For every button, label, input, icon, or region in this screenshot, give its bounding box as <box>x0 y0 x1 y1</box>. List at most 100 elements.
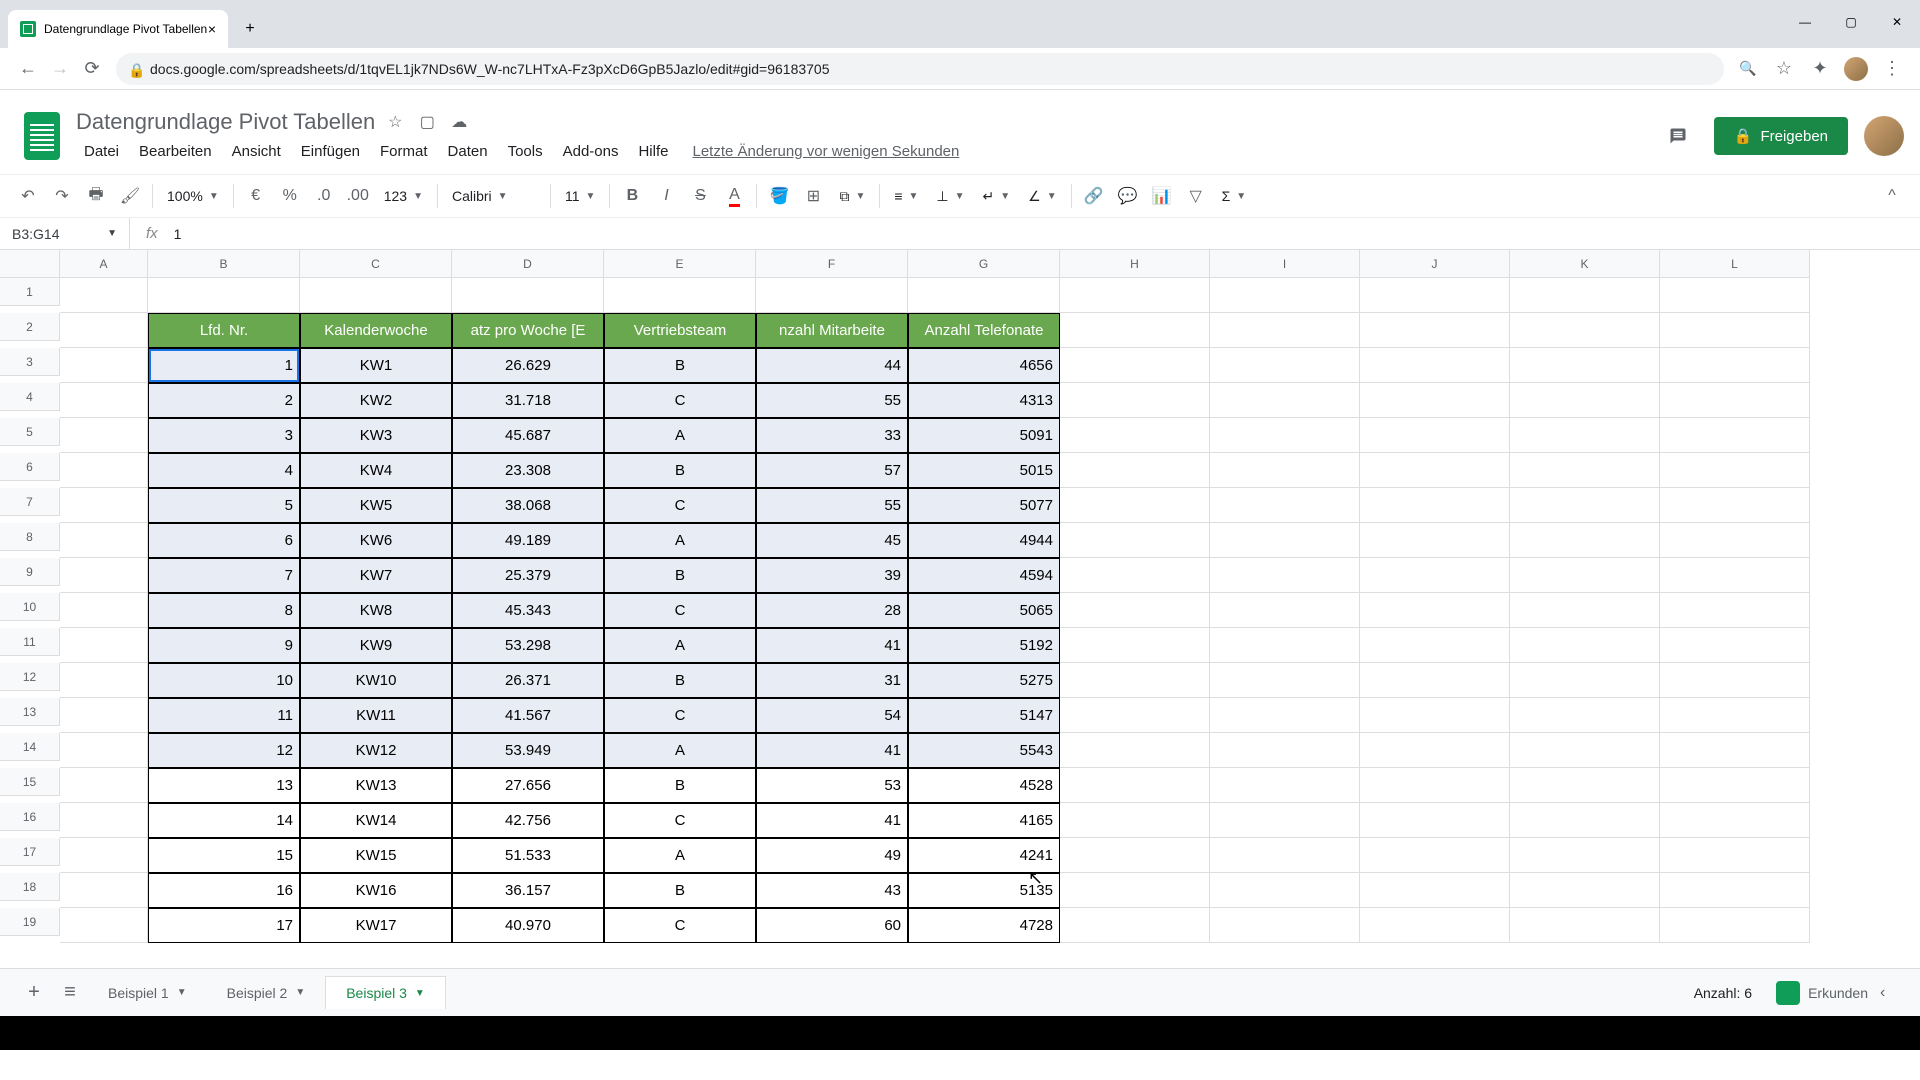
cell[interactable]: 41 <box>756 803 908 838</box>
cell[interactable]: 7 <box>148 558 300 593</box>
cell[interactable] <box>300 278 452 313</box>
cell[interactable] <box>1660 593 1810 628</box>
row-header[interactable]: 6 <box>0 453 60 481</box>
cell[interactable]: C <box>604 698 756 733</box>
number-format-select[interactable]: 123▼ <box>376 188 431 204</box>
row-header[interactable]: 11 <box>0 628 60 656</box>
cell[interactable]: KW1 <box>300 348 452 383</box>
cell[interactable]: Anzahl Telefonate <box>908 313 1060 348</box>
profile-icon[interactable] <box>1840 53 1872 85</box>
cell[interactable] <box>1510 418 1660 453</box>
text-color-button[interactable]: A <box>718 180 750 212</box>
cell[interactable] <box>1510 278 1660 313</box>
cell[interactable] <box>1360 838 1510 873</box>
column-header[interactable]: B <box>148 250 300 278</box>
cell[interactable] <box>1210 663 1360 698</box>
cell[interactable]: KW6 <box>300 523 452 558</box>
cell[interactable] <box>1510 803 1660 838</box>
cell[interactable] <box>756 278 908 313</box>
cell[interactable] <box>1210 383 1360 418</box>
cell[interactable]: 39 <box>756 558 908 593</box>
cell[interactable]: 14 <box>148 803 300 838</box>
cell[interactable]: 49 <box>756 838 908 873</box>
cell[interactable] <box>1060 383 1210 418</box>
zoom-icon[interactable]: 🔍 <box>1732 53 1764 85</box>
cell[interactable] <box>60 838 148 873</box>
cell[interactable] <box>1210 313 1360 348</box>
cell[interactable]: A <box>604 733 756 768</box>
back-button[interactable]: ← <box>12 53 44 85</box>
cell[interactable] <box>1060 908 1210 943</box>
cell[interactable]: B <box>604 873 756 908</box>
row-header[interactable]: 17 <box>0 838 60 866</box>
browser-menu-icon[interactable]: ⋮ <box>1876 53 1908 85</box>
row-header[interactable]: 16 <box>0 803 60 831</box>
move-icon[interactable]: ▢ <box>415 110 439 134</box>
cell[interactable] <box>60 278 148 313</box>
cell[interactable]: 15 <box>148 838 300 873</box>
cell[interactable]: 31.718 <box>452 383 604 418</box>
cell[interactable] <box>1510 838 1660 873</box>
cell[interactable]: A <box>604 418 756 453</box>
cell[interactable] <box>1510 348 1660 383</box>
new-tab-button[interactable]: + <box>236 15 264 43</box>
cell[interactable]: 27.656 <box>452 768 604 803</box>
cell[interactable] <box>1210 558 1360 593</box>
cell[interactable]: KW14 <box>300 803 452 838</box>
extensions-icon[interactable]: ✦ <box>1804 53 1836 85</box>
cell[interactable] <box>60 803 148 838</box>
cell[interactable]: KW9 <box>300 628 452 663</box>
cell[interactable]: 26.629 <box>452 348 604 383</box>
cell[interactable]: 2 <box>148 383 300 418</box>
cell[interactable]: A <box>604 523 756 558</box>
row-header[interactable]: 2 <box>0 313 60 341</box>
cell[interactable]: KW5 <box>300 488 452 523</box>
cell[interactable] <box>1660 383 1810 418</box>
redo-button[interactable]: ↷ <box>46 180 78 212</box>
cell[interactable]: 13 <box>148 768 300 803</box>
cell[interactable] <box>1510 768 1660 803</box>
cell[interactable]: 54 <box>756 698 908 733</box>
column-header[interactable]: J <box>1360 250 1510 278</box>
cell[interactable] <box>1360 803 1510 838</box>
cell[interactable] <box>1660 558 1810 593</box>
cell[interactable] <box>60 418 148 453</box>
cell[interactable] <box>1060 453 1210 488</box>
cell[interactable] <box>1360 768 1510 803</box>
cell[interactable] <box>60 593 148 628</box>
cell[interactable]: 53.949 <box>452 733 604 768</box>
cell[interactable] <box>1660 418 1810 453</box>
cell[interactable]: 25.379 <box>452 558 604 593</box>
cell[interactable] <box>1510 663 1660 698</box>
cell[interactable]: B <box>604 768 756 803</box>
cell[interactable] <box>60 558 148 593</box>
percent-button[interactable]: % <box>274 180 306 212</box>
cell[interactable]: 49.189 <box>452 523 604 558</box>
cell[interactable] <box>1510 873 1660 908</box>
cell[interactable] <box>1060 873 1210 908</box>
row-header[interactable]: 9 <box>0 558 60 586</box>
cell[interactable]: B <box>604 348 756 383</box>
cell[interactable] <box>1060 803 1210 838</box>
column-header[interactable]: F <box>756 250 908 278</box>
row-header[interactable]: 7 <box>0 488 60 516</box>
cell[interactable]: 23.308 <box>452 453 604 488</box>
minimize-button[interactable]: — <box>1782 6 1828 38</box>
cell[interactable]: KW4 <box>300 453 452 488</box>
cell[interactable] <box>1660 313 1810 348</box>
cell[interactable] <box>452 278 604 313</box>
cell[interactable]: KW16 <box>300 873 452 908</box>
cell[interactable]: 6 <box>148 523 300 558</box>
cell[interactable] <box>1060 523 1210 558</box>
cell[interactable] <box>1210 803 1360 838</box>
cell[interactable]: 55 <box>756 488 908 523</box>
cell[interactable]: KW2 <box>300 383 452 418</box>
cell[interactable]: 33 <box>756 418 908 453</box>
last-edit-text[interactable]: Letzte Änderung vor wenigen Sekunden <box>692 143 959 160</box>
column-header[interactable]: H <box>1060 250 1210 278</box>
row-header[interactable]: 13 <box>0 698 60 726</box>
cell[interactable] <box>1660 523 1810 558</box>
cell[interactable]: 4241 <box>908 838 1060 873</box>
paint-format-button[interactable]: 🖌 <box>114 180 146 212</box>
cell[interactable] <box>60 733 148 768</box>
